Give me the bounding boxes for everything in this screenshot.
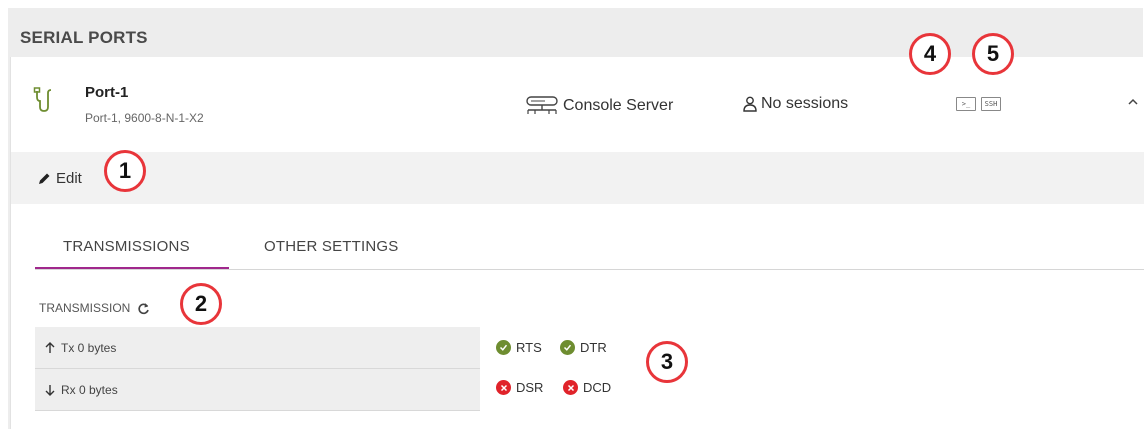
callout-1: 1 bbox=[104, 150, 146, 192]
section-title: SERIAL PORTS bbox=[20, 28, 148, 47]
refresh-icon[interactable] bbox=[137, 302, 150, 315]
transmission-counters: Tx 0 bytes Rx 0 bytes bbox=[35, 327, 480, 411]
sessions-status: No sessions bbox=[743, 95, 848, 113]
sessions-label: No sessions bbox=[761, 95, 849, 112]
ssh-button[interactable]: SSH bbox=[981, 97, 1001, 111]
active-tab-indicator bbox=[35, 267, 229, 269]
arrow-down-icon bbox=[45, 384, 55, 396]
port-mode-label: Console Server bbox=[563, 97, 674, 114]
x-icon bbox=[563, 380, 578, 395]
tab-other-settings[interactable]: OTHER SETTINGS bbox=[264, 238, 398, 255]
signal-rts-label: RTS bbox=[516, 340, 542, 355]
signal-dsr-label: DSR bbox=[516, 380, 544, 395]
signal-dtr: DTR bbox=[560, 340, 607, 355]
port-mode: Console Server bbox=[525, 95, 673, 117]
console-terminal-button[interactable]: >_ bbox=[956, 97, 976, 111]
signal-dsr: DSR bbox=[496, 380, 543, 395]
tx-row: Tx 0 bytes bbox=[35, 327, 480, 369]
signal-rts: RTS bbox=[496, 340, 542, 355]
pencil-icon bbox=[39, 173, 50, 184]
console-server-icon bbox=[526, 96, 558, 114]
signal-dcd: DCD bbox=[563, 380, 611, 395]
callout-5: 5 bbox=[972, 33, 1014, 75]
tab-transmissions[interactable]: TRANSMISSIONS bbox=[63, 238, 190, 255]
x-icon bbox=[496, 380, 511, 395]
arrow-up-icon bbox=[45, 341, 55, 353]
callout-3: 3 bbox=[646, 341, 688, 383]
check-icon bbox=[560, 340, 575, 355]
edit-button[interactable]: Edit bbox=[37, 170, 82, 187]
port-name[interactable]: Port-1 bbox=[85, 84, 128, 101]
callout-2: 2 bbox=[180, 283, 222, 325]
callout-4: 4 bbox=[909, 33, 951, 75]
rx-row: Rx 0 bytes bbox=[35, 369, 480, 411]
tabs-divider bbox=[35, 269, 1144, 270]
rx-label: Rx 0 bytes bbox=[61, 382, 118, 397]
signal-dtr-label: DTR bbox=[580, 340, 607, 355]
port-description: Port-1, 9600-8-N-1-X2 bbox=[85, 111, 204, 125]
transmission-title: TRANSMISSION bbox=[39, 301, 131, 315]
edit-label: Edit bbox=[56, 170, 82, 187]
check-icon bbox=[496, 340, 511, 355]
signal-dcd-label: DCD bbox=[583, 380, 612, 395]
tx-label: Tx 0 bytes bbox=[61, 340, 117, 355]
serial-cable-icon bbox=[33, 87, 52, 112]
edit-bar: Edit bbox=[11, 152, 1144, 204]
chevron-up-icon[interactable] bbox=[1127, 97, 1139, 107]
user-icon bbox=[743, 96, 757, 112]
port-card: Port-1 Port-1, 9600-8-N-1-X2 Console Ser… bbox=[10, 57, 1144, 429]
transmission-header: TRANSMISSION bbox=[39, 301, 150, 315]
